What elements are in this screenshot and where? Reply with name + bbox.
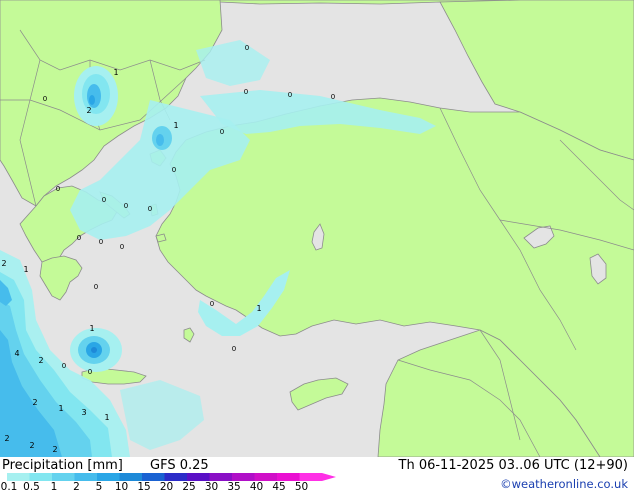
station-value-label: 0 — [88, 368, 92, 376]
legend-swatch — [74, 473, 97, 481]
legend-swatch — [232, 473, 255, 481]
rain-amount-label: 3 — [81, 408, 86, 417]
rain-amount-label: 2 — [38, 356, 43, 365]
station-value-label: 0 — [120, 243, 124, 251]
legend-swatch — [299, 473, 322, 481]
station-value-label: 0 — [148, 205, 152, 213]
station-value-label: 0 — [172, 166, 176, 174]
legend-tick-label: 20 — [159, 481, 174, 493]
legend-swatch — [29, 473, 52, 481]
rain-amount-label: 2 — [52, 445, 57, 454]
legend-arrow — [322, 473, 336, 481]
legend-swatch — [254, 473, 277, 481]
legend-tick-label: 35 — [227, 481, 241, 493]
rain-amount-label: 4 — [14, 349, 19, 358]
model-name: GFS 0.25 — [150, 458, 209, 473]
rain-amount-label: 1 — [104, 413, 109, 422]
station-value-label: 0 — [210, 300, 214, 308]
station-value-label: 0 — [102, 196, 106, 204]
station-value-label: 0 — [244, 88, 248, 96]
legend-tick-label: 0.1 — [0, 481, 18, 493]
legend-tick-label: 5 — [95, 481, 103, 493]
legend-swatch — [164, 473, 187, 481]
rain-amount-label: 2 — [29, 441, 34, 450]
legend-tick-label: 40 — [249, 481, 264, 493]
legend-swatch — [7, 473, 30, 481]
legend-swatch — [209, 473, 232, 481]
precip-north-inner — [87, 84, 101, 108]
legend-swatch — [142, 473, 165, 481]
precip-north-core — [89, 95, 95, 105]
legend-swatch — [97, 473, 120, 481]
legend-tick-label: 2 — [73, 481, 80, 493]
rain-amount-label: 2 — [32, 398, 37, 407]
precip-crete-core — [91, 347, 97, 353]
rain-amount-label: 1 — [89, 324, 94, 333]
rain-amount-label: 1 — [256, 304, 261, 313]
station-value-label: 0 — [77, 234, 81, 242]
station-value-label: 0 — [220, 128, 224, 136]
rain-amount-label: 1 — [58, 404, 63, 413]
legend-tick-label: 50 — [294, 481, 309, 493]
footer-bar: Precipitation [mm] GFS 0.25 Th 06-11-202… — [0, 457, 634, 493]
legend-tick-label: 0.5 — [23, 481, 40, 493]
rain-amount-label: 1 — [173, 121, 178, 130]
legend-tick-label: 10 — [114, 481, 129, 493]
precip-dardanelles-core — [156, 134, 164, 146]
station-value-label: 0 — [232, 345, 236, 353]
weather-map: 1 2 1 2 1 1 4 2 2 1 3 1 2 2 2 1 0 0 0 0 0 0 0 0 0 0 0 0 0 0 0 0 0 0 0 — [0, 0, 634, 457]
station-value-label: 0 — [124, 202, 128, 210]
legend-swatch — [187, 473, 210, 481]
legend-tick-label: 45 — [272, 481, 286, 493]
rain-amount-label: 2 — [86, 106, 91, 115]
legend-tick-label: 30 — [204, 481, 219, 493]
rain-amount-label: 2 — [4, 434, 9, 443]
station-value-label: 0 — [94, 283, 98, 291]
legend-tick-label: 15 — [137, 481, 151, 493]
legend-swatch — [277, 473, 300, 481]
rain-amount-label: 1 — [23, 265, 28, 274]
legend-swatch — [52, 473, 75, 481]
station-value-label: 0 — [99, 238, 103, 246]
copyright-link[interactable]: ©weatheronline.co.uk — [500, 477, 628, 491]
valid-time: Th 06-11-2025 03..06 UTC (12+90) — [398, 458, 629, 473]
rain-amount-label: 1 — [113, 68, 118, 77]
station-value-label: 0 — [331, 93, 335, 101]
legend-tick-label: 25 — [182, 481, 196, 493]
station-value-label: 0 — [62, 362, 66, 370]
station-value-label: 0 — [43, 95, 47, 103]
station-value-label: 0 — [245, 44, 249, 52]
station-value-label: 0 — [56, 185, 60, 193]
rain-amount-label: 2 — [1, 259, 6, 268]
legend-tick-label: 1 — [50, 481, 58, 493]
map-title: Precipitation [mm] — [2, 458, 123, 473]
legend-swatch — [119, 473, 142, 481]
station-value-label: 0 — [288, 91, 292, 99]
